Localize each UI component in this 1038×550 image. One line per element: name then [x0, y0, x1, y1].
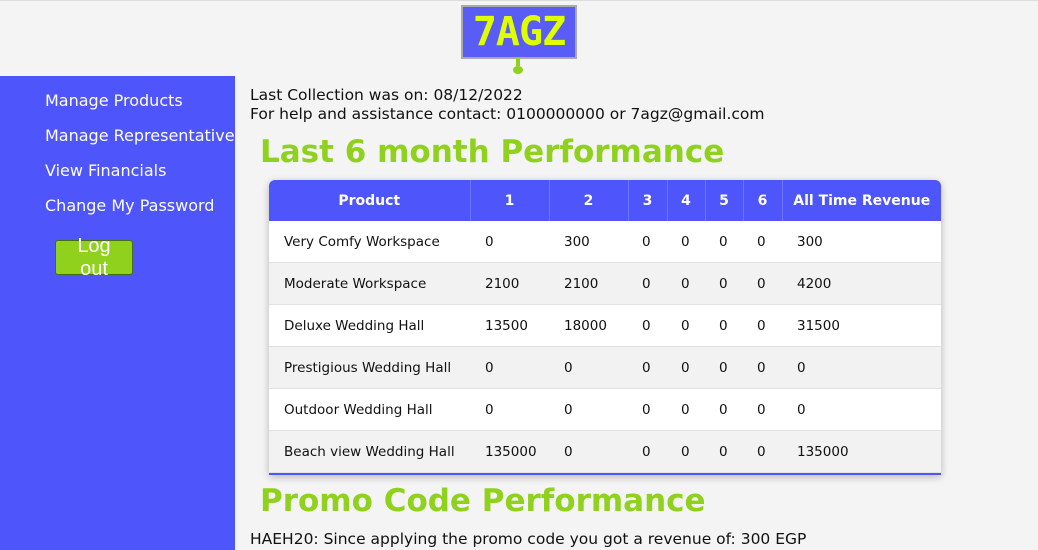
table-header-row: Product 1 2 3 4 5 6 All Time Revenue	[269, 180, 941, 221]
table-cell: 0	[549, 388, 628, 431]
table-row: Outdoor Wedding Hall 0 0 0 0 0 0 0	[269, 388, 941, 431]
table-cell: 135000	[782, 430, 941, 473]
table-cell: 2100	[470, 262, 549, 305]
main-content: Last Collection was on: 08/12/2022 For h…	[235, 76, 1038, 550]
table-row: Prestigious Wedding Hall 0 0 0 0 0 0 0	[269, 346, 941, 389]
table-cell: 0	[743, 430, 782, 473]
table-cell: 0	[705, 388, 743, 431]
table-row: Beach view Wedding Hall 135000 0 0 0 0 0…	[269, 430, 941, 473]
table-cell: 0	[782, 346, 941, 389]
table-cell: 300	[782, 221, 941, 263]
table-cell: 300	[549, 221, 628, 263]
table-cell: 0	[743, 388, 782, 431]
sidebar-item-manage-representatives[interactable]: Manage Representatives	[45, 126, 243, 145]
promo-result-text: HAEH20: Since applying the promo code yo…	[250, 530, 807, 548]
table-cell: Moderate Workspace	[269, 262, 470, 305]
table-cell: 0	[470, 221, 549, 263]
table-cell: 0	[705, 430, 743, 473]
table-row: Moderate Workspace 2100 2100 0 0 0 0 420…	[269, 262, 941, 305]
table-cell: Deluxe Wedding Hall	[269, 304, 470, 347]
table-cell: 0	[667, 221, 705, 263]
top-header: 7AGZ	[0, 0, 1038, 77]
column-header-month-6: 6	[743, 180, 783, 221]
table-cell: 0	[628, 221, 667, 263]
table-cell: 2100	[549, 262, 628, 305]
performance-title: Last 6 month Performance	[260, 134, 725, 170]
table-cell: 0	[628, 304, 667, 347]
table-cell: 0	[705, 262, 743, 305]
table-row: Very Comfy Workspace 0 300 0 0 0 0 300	[269, 221, 941, 263]
table-row: Deluxe Wedding Hall 13500 18000 0 0 0 0 …	[269, 304, 941, 347]
table-cell: 13500	[470, 304, 549, 347]
table-cell: Outdoor Wedding Hall	[269, 388, 470, 431]
brand-logo-text: 7AGZ	[472, 9, 566, 55]
table-cell: 0	[782, 388, 941, 431]
table-cell: 0	[470, 346, 549, 389]
table-cell: Very Comfy Workspace	[269, 221, 470, 263]
sidebar: Manage Products Manage Representatives V…	[0, 76, 243, 550]
column-header-month-1: 1	[470, 180, 550, 221]
logo-drip-icon	[513, 57, 523, 74]
table-cell: 0	[743, 346, 782, 389]
performance-table-container: Product 1 2 3 4 5 6 All Time Revenue Ver…	[269, 180, 941, 475]
table-cell: 0	[667, 304, 705, 347]
performance-table: Product 1 2 3 4 5 6 All Time Revenue Ver…	[269, 180, 941, 473]
table-cell: 0	[667, 430, 705, 473]
table-cell: 0	[628, 430, 667, 473]
help-contact-text: For help and assistance contact: 0100000…	[250, 105, 765, 123]
table-cell: 135000	[470, 430, 549, 473]
column-header-all-time-revenue: All Time Revenue	[782, 180, 941, 221]
table-cell: 4200	[782, 262, 941, 305]
column-header-month-5: 5	[705, 180, 744, 221]
table-cell: 0	[743, 221, 782, 263]
column-header-product: Product	[269, 180, 471, 221]
table-cell: Prestigious Wedding Hall	[269, 346, 470, 389]
table-cell: 0	[667, 262, 705, 305]
table-cell: 0	[667, 346, 705, 389]
table-cell: Beach view Wedding Hall	[269, 430, 470, 473]
table-cell: 0	[667, 388, 705, 431]
table-cell: 31500	[782, 304, 941, 347]
table-cell: 0	[549, 430, 628, 473]
logout-button[interactable]: Log out	[55, 235, 133, 280]
table-cell: 0	[743, 262, 782, 305]
column-header-month-4: 4	[667, 180, 706, 221]
table-cell: 0	[549, 346, 628, 389]
table-cell: 0	[705, 221, 743, 263]
sidebar-item-view-financials[interactable]: View Financials	[45, 161, 166, 180]
sidebar-item-change-password[interactable]: Change My Password	[45, 196, 214, 215]
table-cell: 0	[705, 346, 743, 389]
column-header-month-3: 3	[628, 180, 668, 221]
table-cell: 0	[628, 262, 667, 305]
table-cell: 0	[628, 346, 667, 389]
table-cell: 0	[470, 388, 549, 431]
table-cell: 18000	[549, 304, 628, 347]
promo-title: Promo Code Performance	[260, 483, 706, 519]
last-collection-text: Last Collection was on: 08/12/2022	[250, 86, 523, 104]
column-header-month-2: 2	[549, 180, 629, 221]
sidebar-item-manage-products[interactable]: Manage Products	[45, 91, 183, 110]
table-cell: 0	[743, 304, 782, 347]
brand-logo[interactable]: 7AGZ	[461, 5, 577, 59]
table-cell: 0	[628, 388, 667, 431]
table-cell: 0	[705, 304, 743, 347]
